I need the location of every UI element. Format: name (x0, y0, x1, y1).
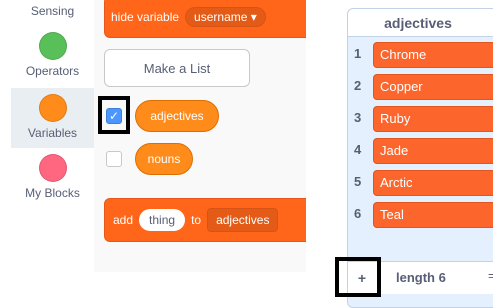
category-my-blocks[interactable]: My Blocks (11, 154, 94, 204)
my-blocks-color-dot (38, 154, 67, 182)
category-sensing[interactable]: Sensing (11, 0, 94, 28)
list-monitor-title: adjectives (348, 9, 493, 37)
checkbox-highlight (98, 96, 130, 134)
nouns-checkbox[interactable] (106, 151, 122, 167)
list-dropdown[interactable]: adjectives (207, 208, 279, 232)
list-item-value[interactable]: Teal (373, 202, 493, 228)
to-label: to (191, 213, 202, 227)
list-length-label: length 6 (396, 270, 446, 285)
list-item[interactable]: 3 Ruby (348, 105, 493, 133)
category-variables-label: Variables (27, 126, 78, 140)
list-item-value[interactable]: Copper (373, 74, 493, 100)
list-item-index: 5 (354, 174, 362, 189)
make-a-list-button[interactable]: Make a List (104, 49, 250, 87)
add-item-highlight (335, 257, 381, 297)
list-item-value[interactable]: Chrome (373, 42, 493, 68)
list-item-value[interactable]: Ruby (373, 106, 493, 132)
variables-color-dot (38, 94, 67, 122)
add-label: add (113, 213, 134, 227)
list-item-value[interactable]: Arctic (373, 170, 493, 196)
list-item-value[interactable]: Jade (373, 138, 493, 164)
add-to-list-block[interactable]: add thing to adjectives (104, 198, 306, 242)
category-menu: Sensing Operators Variables My Blocks (11, 0, 95, 272)
item-input[interactable]: thing (139, 209, 186, 231)
nouns-list-reporter[interactable]: nouns (135, 143, 193, 175)
list-item-index: 2 (354, 78, 362, 93)
variable-dropdown[interactable]: username ▾ (185, 7, 266, 27)
operators-color-dot (38, 32, 67, 60)
list-item-index: 4 (354, 142, 362, 157)
list-item[interactable]: 2 Copper (348, 73, 493, 101)
adjectives-list-reporter[interactable]: adjectives (135, 100, 219, 132)
list-item-index: 3 (354, 110, 362, 125)
category-my-blocks-label: My Blocks (25, 186, 80, 200)
resize-handle[interactable]: = (488, 268, 493, 283)
hide-variable-block[interactable]: hide variable username ▾ (104, 0, 306, 38)
list-item[interactable]: 4 Jade (348, 137, 493, 165)
list-item[interactable]: 1 Chrome (348, 41, 493, 69)
category-variables[interactable]: Variables (11, 88, 94, 148)
hide-variable-label: hide variable (111, 10, 180, 24)
blocks-palette: hide variable username ▾ Make a List ✓ a… (94, 0, 306, 272)
category-operators[interactable]: Operators (11, 32, 94, 82)
list-item[interactable]: 5 Arctic (348, 169, 493, 197)
list-item[interactable]: 6 Teal (348, 201, 493, 229)
list-item-index: 6 (354, 206, 362, 221)
category-sensing-label: Sensing (30, 4, 75, 18)
list-item-index: 1 (354, 46, 362, 61)
category-operators-label: Operators (25, 64, 80, 78)
